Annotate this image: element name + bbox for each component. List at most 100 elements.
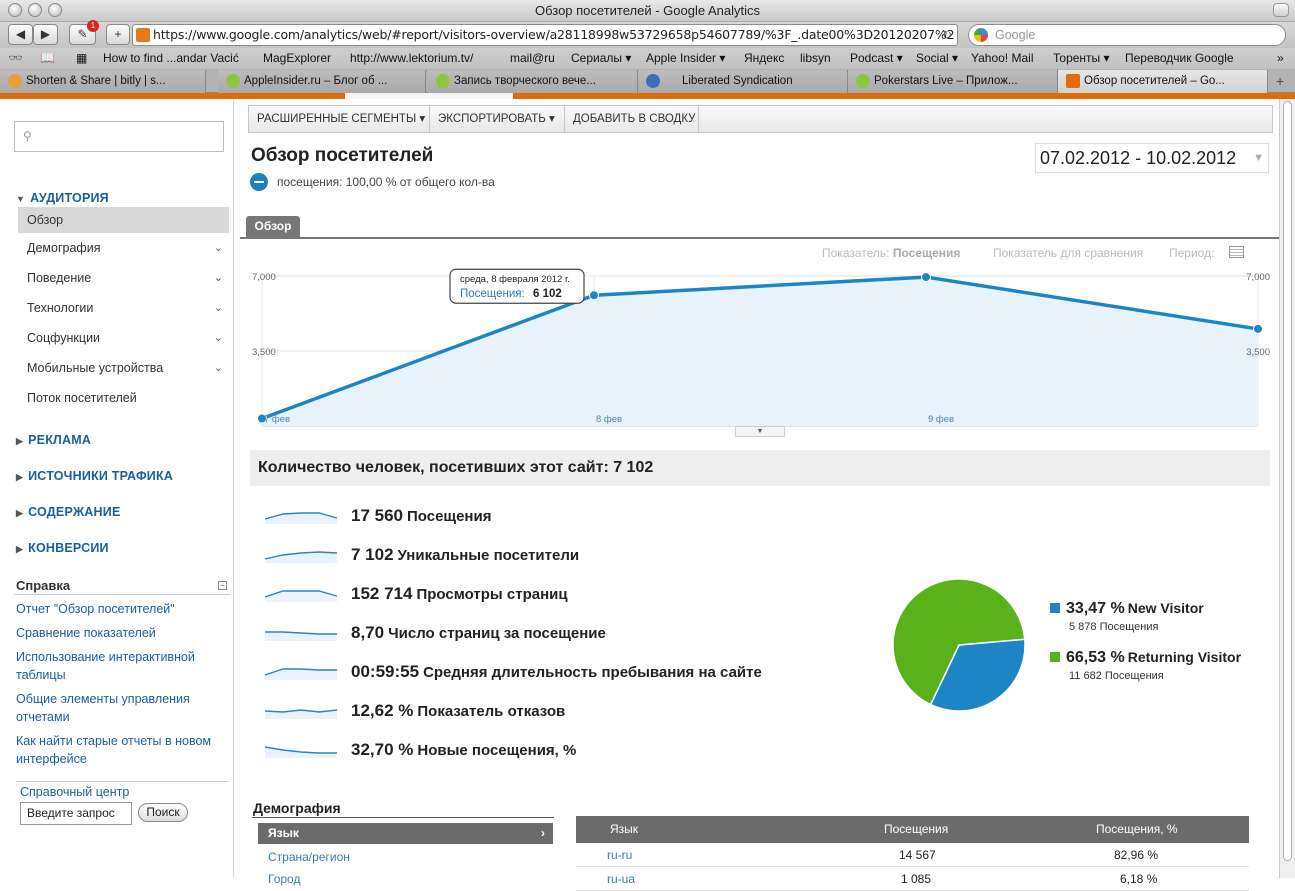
demography-item-language[interactable]: Язык › — [258, 823, 553, 844]
add-to-dashboard-button[interactable]: ДОБАВИТЬ В СВОДКУ — [565, 106, 699, 132]
sidebar-search-input[interactable]: ⚲ — [14, 121, 224, 152]
sidebar-item-technology[interactable]: Технологии ⌄ — [18, 295, 229, 321]
tab-label: Запись творческого вече... — [454, 75, 596, 87]
visits-chart: 7,000 7,000 3,500 3,500 7 фев 8 фев 9 фев среда… — [250, 262, 1270, 430]
column-header[interactable]: Посещения — [884, 816, 948, 843]
sidebar-item-behavior[interactable]: Поведение ⌄ — [18, 265, 229, 291]
help-link[interactable]: Сравнение показателей — [16, 624, 226, 642]
bookmark-item[interactable]: Yahoo! Mail — [971, 51, 1033, 65]
sidebar-item-social[interactable]: Соцфункции ⌄ — [18, 325, 229, 351]
divider — [16, 781, 228, 782]
sidebar-section-advertising[interactable]: ▶ РЕКЛАМА — [16, 433, 91, 447]
data-point[interactable] — [921, 272, 931, 283]
column-header[interactable]: Посещения, % — [1096, 816, 1178, 843]
more-bookmarks-icon[interactable]: » — [1277, 51, 1284, 65]
help-search-button[interactable]: Поиск — [138, 803, 188, 822]
reading-list-icon[interactable]: 👓 — [8, 51, 23, 65]
bookmark-item[interactable]: Переводчик Google — [1125, 51, 1234, 65]
browser-tab[interactable]: Liberated Syndication — [638, 70, 848, 93]
collapse-chart-handle[interactable]: ▼ — [735, 426, 785, 437]
data-point[interactable] — [1253, 323, 1263, 334]
apple-favicon-icon — [436, 74, 450, 88]
sidebar-section-traffic-sources[interactable]: ▶ ИСТОЧНИКИ ТРАФИКА — [16, 469, 173, 483]
vertical-scrollbar[interactable] — [1279, 99, 1295, 878]
browser-tab[interactable]: Pokerstars Live – Прилож... — [848, 70, 1058, 93]
help-link[interactable]: Отчет "Обзор посетителей" — [16, 600, 226, 618]
page-title: Обзор посетителей — [251, 145, 434, 166]
demography-item-country[interactable]: Страна/регион — [268, 850, 350, 864]
sidebar: ⚲ ▼ АУДИТОРИЯ Обзор Демография ⌄ Поведение… — [0, 99, 234, 878]
forward-button[interactable]: ▶ — [33, 24, 58, 45]
add-bookmark-button[interactable]: + — [106, 24, 130, 45]
export-button[interactable]: ЭКСПОРТИРОВАТЬ ▾ — [430, 106, 565, 132]
column-header[interactable]: Язык — [610, 816, 638, 843]
date-range-picker[interactable]: 07.02.2012 - 10.02.2012 ▼ — [1035, 143, 1269, 173]
reload-icon[interactable]: ↻ — [942, 28, 952, 42]
language-link[interactable]: ru-ua — [607, 867, 635, 891]
bookmark-item[interactable]: http://www.lektorium.tv/ — [350, 51, 473, 65]
browser-tab[interactable]: Shorten & Share | bitly | s... — [0, 70, 206, 93]
browser-window: Обзор посетителей - Google Analytics ◀ ▶… — [0, 0, 1295, 891]
new-tab-icon[interactable]: + — [1276, 73, 1284, 89]
forward-arrow-icon: ▶ — [40, 27, 51, 41]
advanced-segments-button[interactable]: РАСШИРЕННЫЕ СЕГМЕНТЫ ▾ — [249, 106, 430, 132]
browser-tab-active[interactable]: Обзор посетителей – Go... — [1058, 70, 1268, 93]
help-center-link[interactable]: Справочный центр — [20, 785, 129, 799]
segment-pie-icon — [250, 173, 268, 191]
browser-toolbar: ◀ ▶ ✎ 1 + https://www.google.com/analyti… — [0, 20, 1295, 48]
bitly-favicon-icon — [8, 74, 22, 88]
bookmark-item[interactable]: Сериалы ▾ — [571, 51, 631, 65]
sidebar-item-label: Поток посетителей — [27, 391, 137, 405]
chart-type-icon[interactable] — [1229, 246, 1244, 258]
browser-tab[interactable]: Запись творческого вече... — [428, 70, 638, 93]
sidebar-item-mobile[interactable]: Мобильные устройства ⌄ — [18, 355, 229, 381]
metric-selector[interactable]: Показатель: Посещения — [822, 246, 960, 260]
browser-tab[interactable]: AppleInsider.ru – Блог об ... — [218, 70, 426, 93]
sidebar-item-demographics[interactable]: Демография ⌄ — [18, 235, 229, 261]
demography-item-city[interactable]: Город — [268, 872, 300, 886]
bookmark-item[interactable]: mail@ru — [510, 51, 555, 65]
tooltip-label: Посещения: — [460, 288, 525, 300]
bookmark-item[interactable]: Apple Insider ▾ — [646, 51, 725, 65]
back-button[interactable]: ◀ — [8, 24, 33, 45]
toolbar-toggle-button[interactable] — [1273, 3, 1289, 17]
sidebar-item-label: Обзор — [27, 213, 64, 227]
data-point[interactable] — [589, 290, 599, 301]
sidebar-section-conversions[interactable]: ▶ КОНВЕРСИИ — [16, 541, 109, 555]
collapse-help-icon[interactable]: − — [218, 581, 227, 590]
metric-label: Число страниц за посещение — [388, 625, 606, 642]
address-bar[interactable]: https://www.google.com/analytics/web/#re… — [132, 24, 958, 46]
scrollbar-thumb[interactable] — [1283, 101, 1292, 861]
help-link[interactable]: Использование интерактивной таблицы — [16, 648, 226, 684]
bookmarks-book-icon[interactable]: 📖 — [40, 51, 55, 65]
section-label: ИСТОЧНИКИ ТРАФИКА — [28, 469, 174, 483]
sidebar-section-content[interactable]: ▶ СОДЕРЖАНИЕ — [16, 505, 121, 519]
table-row: ru-ru 14 567 82,96 % — [576, 843, 1249, 867]
bookmark-item[interactable]: libsyn — [800, 51, 831, 65]
bookmark-item[interactable]: How to find ...andar Vacić — [103, 51, 239, 65]
tab-overview[interactable]: Обзор — [246, 216, 300, 237]
sidebar-section-audience[interactable]: ▼ АУДИТОРИЯ — [16, 191, 109, 205]
url-text: https://www.google.com/analytics/web/#re… — [153, 27, 955, 42]
compare-metric-selector[interactable]: Показатель для сравнения — [993, 246, 1143, 260]
bookmark-item[interactable]: Яндекс — [744, 51, 784, 65]
sidebar-item-visitors-flow[interactable]: Поток посетителей — [18, 385, 229, 411]
search-field[interactable]: Google — [968, 24, 1286, 46]
metric-number: 17 560 — [351, 506, 403, 525]
bookmark-item[interactable]: MagExplorer — [263, 51, 331, 65]
top-sites-icon[interactable]: ▦ — [76, 51, 87, 65]
legend-item-new-visitor: 33,47 % New Visitor 5 878 Посещения — [1050, 600, 1204, 633]
help-link[interactable]: Общие элементы управления отчетами — [16, 690, 226, 726]
language-link[interactable]: ru-ru — [607, 843, 632, 867]
help-link[interactable]: Как найти старые отчеты в новом интерфей… — [16, 732, 226, 768]
chevron-down-icon: ⌄ — [213, 272, 223, 284]
dev-tools-button[interactable]: ✎ 1 — [69, 20, 99, 45]
sparkline-icon — [265, 590, 338, 602]
bookmark-item[interactable]: Podcast ▾ — [850, 51, 903, 65]
sidebar-item-label: Технологии — [27, 301, 94, 315]
help-search-input[interactable]: Введите запрос — [20, 802, 132, 825]
bookmark-item[interactable]: Social ▾ — [916, 51, 958, 65]
bookmark-item[interactable]: Торенты ▾ — [1053, 51, 1110, 65]
table-cell: 1 085 — [901, 872, 932, 886]
sidebar-item-overview[interactable]: Обзор — [18, 207, 229, 233]
